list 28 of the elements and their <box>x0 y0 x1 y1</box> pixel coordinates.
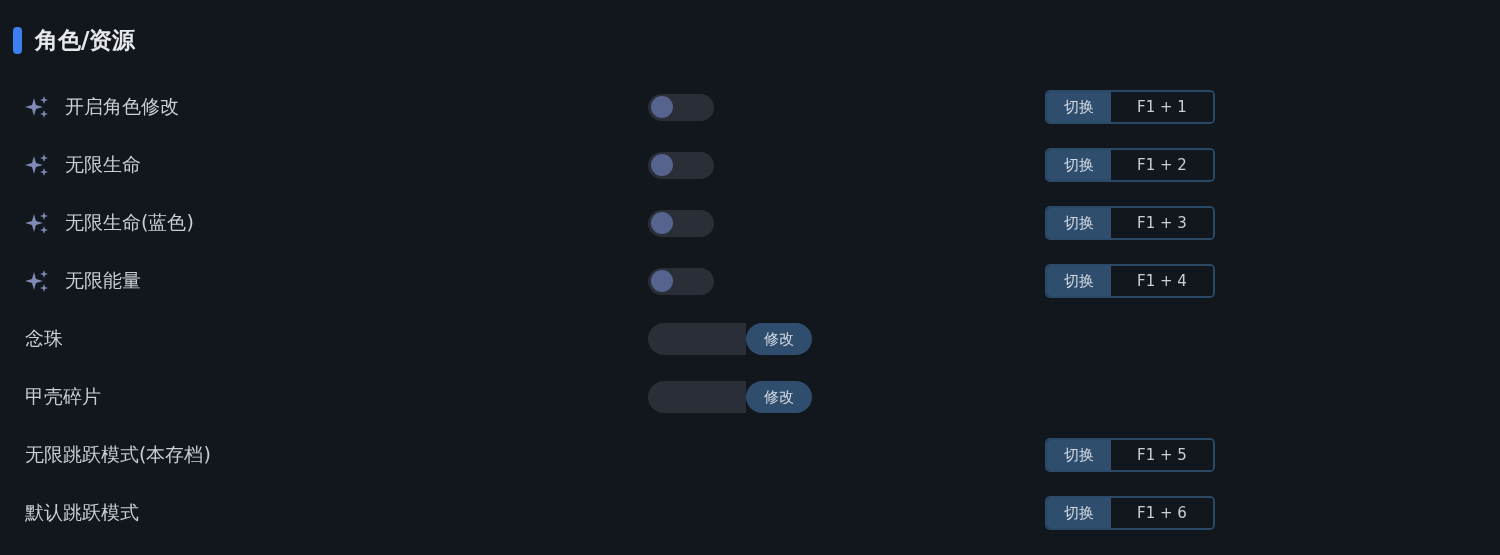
apply-button[interactable]: 修改 <box>746 323 812 355</box>
hotkey-action-button[interactable]: 切换 <box>1047 498 1111 528</box>
option-label: 念珠 <box>25 326 63 351</box>
number-field[interactable] <box>648 323 746 355</box>
option-label: 无限生命(蓝色) <box>65 210 194 235</box>
option-label: 无限跳跃模式(本存档) <box>25 442 211 467</box>
option-label: 默认跳跃模式 <box>25 500 139 525</box>
option-label: 无限能量 <box>65 268 141 293</box>
hotkey-action-button[interactable]: 切换 <box>1047 208 1111 238</box>
sparkle-icon <box>25 269 49 293</box>
sparkle-icon <box>25 95 49 119</box>
section-title: 角色/资源 <box>35 25 136 55</box>
toggle-switch[interactable] <box>648 151 714 179</box>
option-label: 无限生命 <box>65 152 141 177</box>
number-field[interactable] <box>648 381 746 413</box>
sparkle-icon <box>25 153 49 177</box>
sparkle-icon <box>25 211 49 235</box>
section-accent-bar <box>13 26 22 54</box>
toggle-switch[interactable] <box>648 267 714 295</box>
hotkey-action-button[interactable]: 切换 <box>1047 266 1111 296</box>
hotkey-action-button[interactable]: 切换 <box>1047 150 1111 180</box>
toggle-switch[interactable] <box>648 93 714 121</box>
hotkey-action-button[interactable]: 切换 <box>1047 92 1111 122</box>
toggle-switch[interactable] <box>648 209 714 237</box>
option-label: 甲壳碎片 <box>25 384 101 409</box>
apply-button[interactable]: 修改 <box>746 381 812 413</box>
hotkey-action-button[interactable]: 切换 <box>1047 440 1111 470</box>
option-label: 开启角色修改 <box>65 94 179 119</box>
